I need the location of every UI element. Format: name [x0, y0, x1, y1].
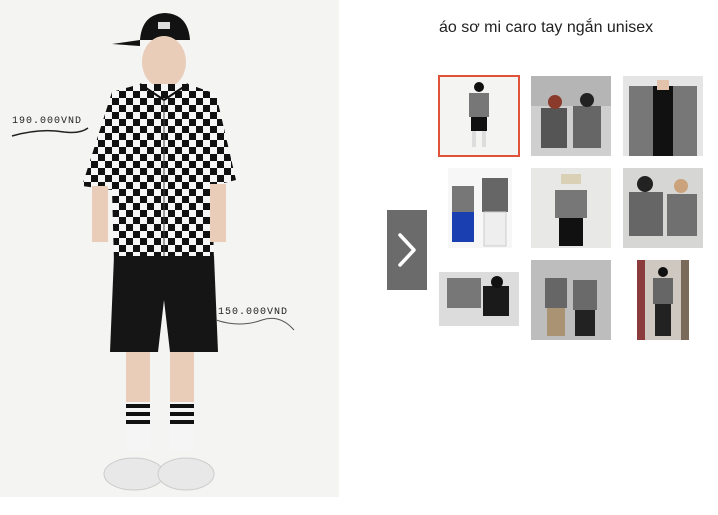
product-title: áo sơ mi caro tay ngắn unisex	[439, 19, 654, 36]
chevron-right-icon	[398, 233, 416, 267]
thumbnail-image	[623, 168, 703, 248]
thumbnail-6[interactable]	[623, 168, 703, 248]
thumbnail-image	[531, 76, 611, 156]
main-product-image: 190.000VND 150.000VND	[0, 0, 339, 497]
shirt-price-label: 190.000VND	[12, 116, 83, 127]
shorts-price-label: 150.000VND	[218, 307, 289, 318]
thumbnail-image	[531, 260, 611, 340]
thumbnail-1[interactable]	[438, 75, 520, 157]
thumbnail-8[interactable]	[531, 260, 611, 340]
thumbnail-image	[440, 77, 518, 155]
thumbnail-5[interactable]	[531, 168, 611, 248]
thumbnail-2[interactable]	[531, 76, 611, 156]
thumbnail-4[interactable]	[448, 168, 512, 248]
thumbnail-image	[637, 260, 689, 340]
thumbnail-image	[439, 272, 519, 326]
thumbnail-3[interactable]	[623, 76, 703, 156]
thumbnail-9[interactable]	[637, 260, 689, 340]
thumbnail-image	[531, 168, 611, 248]
thumbnail-7[interactable]	[439, 272, 519, 326]
model-photo	[0, 0, 339, 497]
next-image-button[interactable]	[387, 210, 427, 290]
thumbnail-image	[623, 76, 703, 156]
thumbnail-image	[448, 168, 512, 248]
